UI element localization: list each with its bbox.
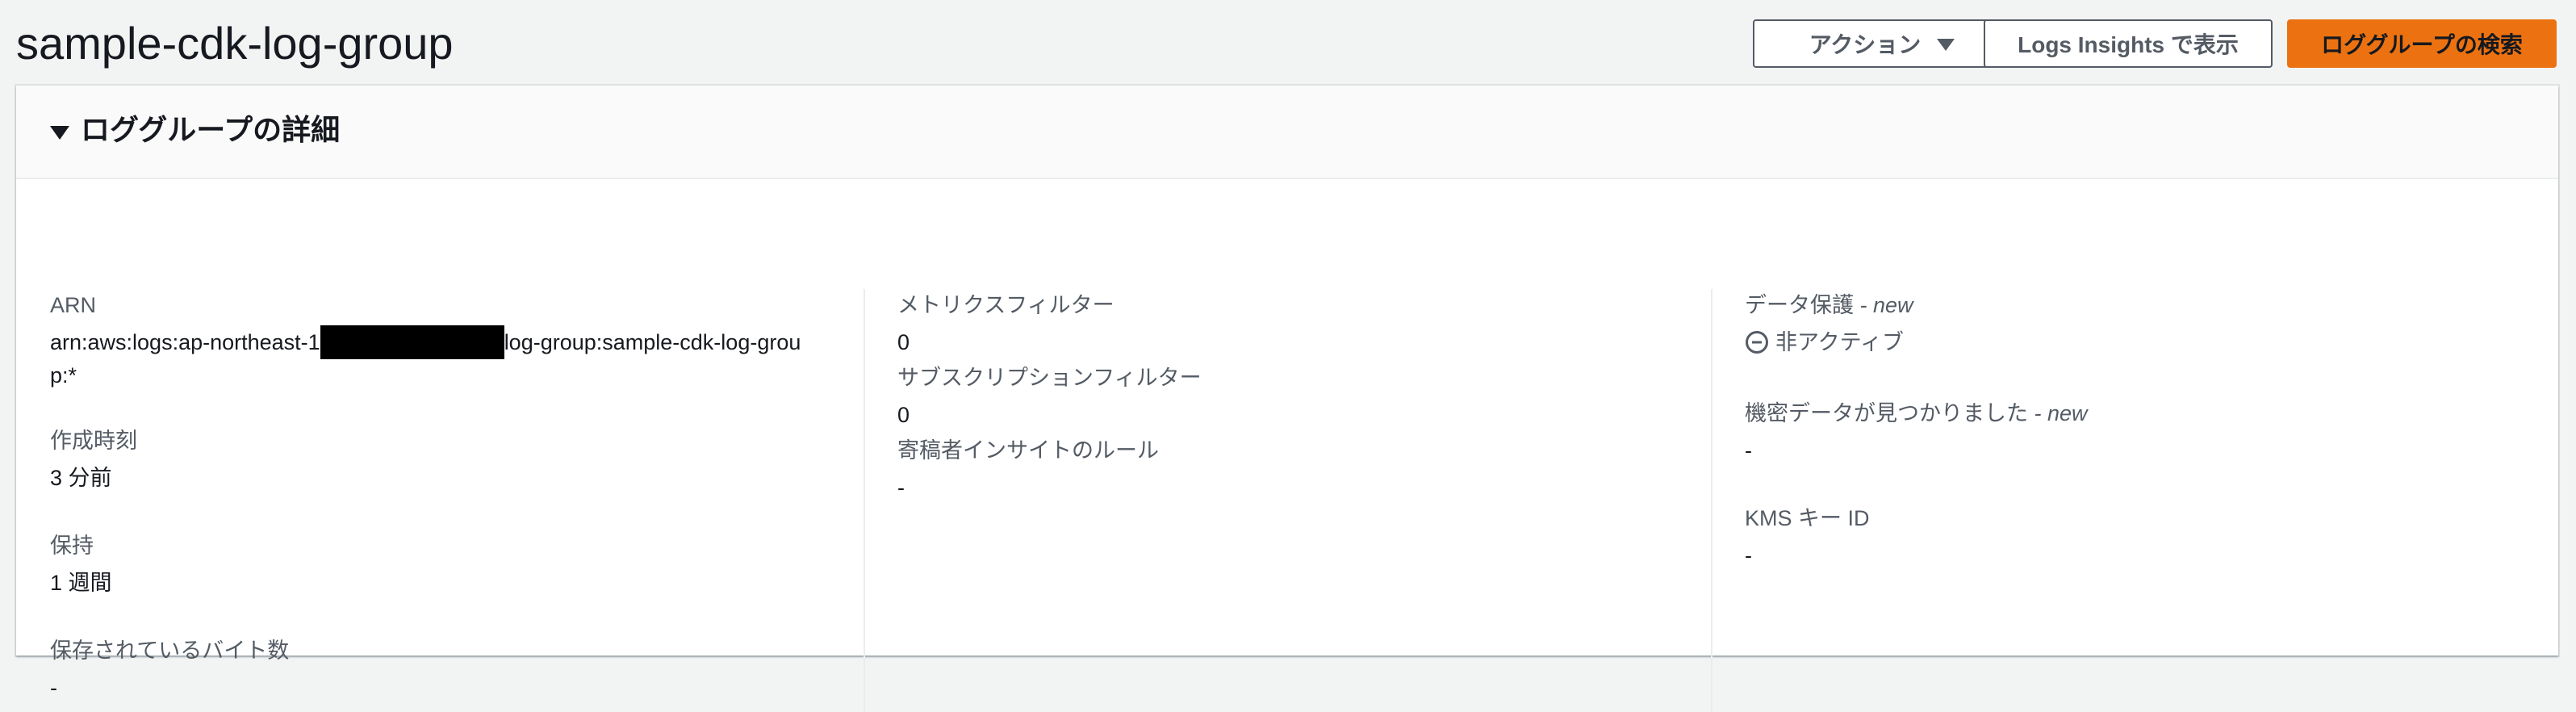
retention-value: 1 週間 (50, 571, 112, 595)
created-time-label: 作成時刻 (50, 429, 137, 453)
data-protection-new-badge: - new (1859, 293, 1913, 317)
retention-field: 保持 1 週間 (50, 531, 112, 599)
contributor-insights-field: 寄稿者インサイトのルール - (897, 436, 1159, 504)
caret-down-icon (1937, 38, 1955, 51)
arn-prefix: arn:aws:logs:ap-northeast-1 (50, 330, 320, 354)
panel-header-toggle[interactable]: ロググループの詳細 (16, 86, 2558, 179)
column-divider-2 (1711, 289, 1712, 712)
column-divider-1 (864, 289, 865, 712)
triangle-down-icon (50, 126, 69, 140)
details-column-2: メトリクスフィルター 0 サブスクリプションフィルター 0 寄稿者インサイトのル… (897, 179, 1704, 655)
panel-title: ロググループの詳細 (81, 113, 341, 146)
data-protection-label-text: データ保護 (1745, 293, 1854, 317)
logs-insights-button[interactable]: Logs Insights で表示 (1984, 19, 2273, 68)
created-time-field: 作成時刻 3 分前 (50, 426, 137, 494)
stored-bytes-label: 保存されているバイト数 (50, 639, 290, 663)
retention-label: 保持 (50, 534, 94, 558)
data-protection-field: データ保護 - new 非アクティブ (1745, 291, 1913, 358)
subscription-filters-label: サブスクリプションフィルター (897, 366, 1202, 390)
metric-filters-value: 0 (897, 330, 910, 354)
details-column-3: データ保護 - new 非アクティブ 機密データが見つかりました - new -… (1745, 179, 2536, 655)
subscription-filters-value: 0 (897, 403, 910, 427)
details-column-1: ARN arn:aws:logs:ap-northeast-1 log-group… (50, 179, 857, 700)
data-protection-status-text: 非アクティブ (1775, 330, 1905, 354)
contributor-insights-label: 寄稿者インサイトのルール (897, 438, 1159, 463)
actions-dropdown-button[interactable]: アクション (1753, 19, 2011, 68)
sensitive-data-value: - (1745, 438, 1752, 463)
sensitive-data-label-text: 機密データが見つかりました (1745, 401, 2028, 425)
circle-minus-icon (1746, 331, 1768, 354)
sensitive-data-new-badge: - new (2034, 401, 2088, 425)
search-log-group-button-label: ロググループの検索 (2321, 32, 2523, 57)
stored-bytes-value: - (50, 676, 57, 700)
sensitive-data-field: 機密データが見つかりました - new - (1745, 399, 2088, 467)
arn-field: ARN arn:aws:logs:ap-northeast-1 log-group… (50, 291, 809, 392)
redacted-account-id (320, 325, 504, 359)
subscription-filters-field: サブスクリプションフィルター 0 (897, 363, 1202, 431)
data-protection-label: データ保護 - new (1745, 291, 1913, 320)
actions-button-label: アクション (1809, 32, 1922, 57)
arn-value: arn:aws:logs:ap-northeast-1 log-group:sam… (50, 325, 809, 392)
kms-key-label: KMS キー ID (1745, 506, 1870, 530)
page-title: sample-cdk-log-group (16, 18, 454, 69)
arn-label: ARN (50, 293, 97, 317)
kms-key-field: KMS キー ID - (1745, 504, 1870, 572)
search-log-group-button[interactable]: ロググループの検索 (2287, 19, 2557, 68)
contributor-insights-value: - (897, 475, 905, 500)
metric-filters-field: メトリクスフィルター 0 (897, 291, 1114, 358)
stored-bytes-field: 保存されているバイト数 - (50, 636, 289, 704)
log-group-details-panel: ロググループの詳細 ARN arn:aws:logs:ap-northeast-… (16, 86, 2558, 712)
metric-filters-label: メトリクスフィルター (897, 293, 1114, 317)
created-time-value: 3 分前 (50, 466, 112, 490)
kms-key-value: - (1745, 543, 1752, 568)
data-protection-status: 非アクティブ (1745, 326, 1913, 358)
logs-insights-button-label: Logs Insights で表示 (2018, 32, 2239, 57)
sensitive-data-label: 機密データが見つかりました - new (1745, 399, 2088, 428)
